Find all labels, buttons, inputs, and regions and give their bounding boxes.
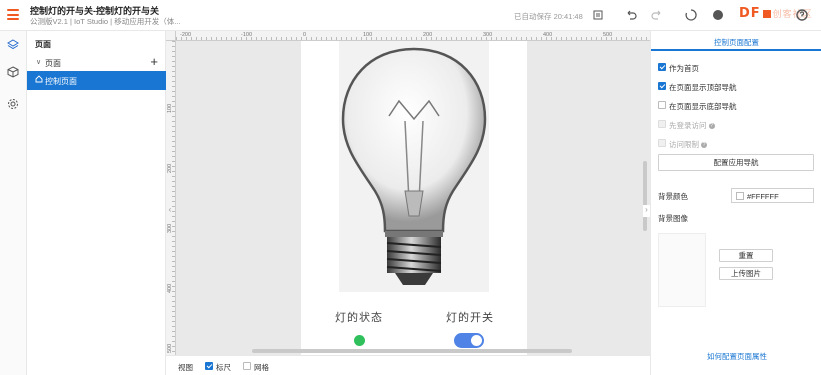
page-item-control[interactable]: 控制页面 [27,71,166,90]
grid-checkbox-label: 网格 [254,363,269,372]
home-icon [35,75,43,85]
light-status-label: 灯的状态 [335,312,383,324]
ruler-checkbox-label: 标尺 [216,363,231,372]
help-icon[interactable] [795,8,809,22]
collapse-left-icon[interactable]: ‹ [166,205,174,217]
page-group-label: 页面 [45,59,61,68]
upload-image-button[interactable]: 上传图片 [719,267,773,280]
canvas-bottom-bar: 视图 标尺 网格 [166,355,650,375]
page-item-label: 控制页面 [45,77,77,86]
ruler-tick: -100 [241,32,253,38]
reset-button[interactable]: 重置 [719,249,773,262]
component-box-icon[interactable] [6,66,20,80]
config-app-nav-button[interactable]: 配置应用导航 [658,154,814,171]
horizontal-scrollbar[interactable] [252,349,572,353]
question-icon[interactable]: ? [708,123,715,130]
access-limit-checkbox[interactable] [658,139,666,147]
vertical-scrollbar[interactable] [643,161,647,231]
redo-icon[interactable] [650,8,664,22]
menu-icon[interactable] [7,9,19,20]
ruler-tick: 200 [167,163,173,173]
homepage-checkbox[interactable] [658,63,666,71]
chevron-down-icon[interactable]: ∨ [36,58,41,66]
access-limit-label: 访问限制 [669,140,699,149]
project-subtitle: 公测版V2.1 | IoT Studio | 移动应用开发（体... [30,17,181,26]
ruler-corner [166,31,176,41]
page-config-help-link[interactable]: 如何配置页面属性 [707,351,767,362]
light-switch-toggle[interactable] [454,333,484,348]
ruler-tick: 500 [603,32,613,38]
ruler-tick: 0 [303,32,307,38]
save-version-icon[interactable] [591,8,605,22]
tab-page-config[interactable]: 控制页面配置 [651,31,821,51]
ruler-tick: 400 [543,32,553,38]
ruler-tick: 400 [167,283,173,293]
top-header: 控制灯的开与关-控制灯的开与关 公测版V2.1 | IoT Studio | 移… [0,0,821,31]
login-first-checkbox[interactable] [658,120,666,128]
login-first-text: 先登录访问? [669,120,715,131]
light-switch-label: 灯的开关 [446,312,494,324]
tab-page-config-label: 控制页面配置 [714,38,759,47]
page-panel: 页面 ∨ 页面 + 控制页面 [27,31,166,375]
top-nav-label: 在页面显示顶部导航 [669,83,737,92]
ruler-tick: 300 [167,223,173,233]
layers-icon[interactable] [6,39,20,53]
homepage-label: 作为首页 [669,64,699,73]
vertical-ruler [166,41,176,355]
logo-text: DF [739,6,761,21]
autosave-status: 已自动保存 20:41:48 [514,12,583,21]
bg-color-input[interactable]: #FFFFFF [731,188,814,203]
bottom-nav-checkbox[interactable] [658,101,666,109]
ruler-checkbox[interactable] [205,362,213,370]
bg-image-preview [658,233,706,307]
preview-icon[interactable] [684,8,698,22]
undo-icon[interactable] [624,8,638,22]
design-canvas[interactable]: -200 -100 0 100 200 300 400 500 100 200 … [166,31,650,355]
toggle-knob [471,335,482,346]
access-limit-text: 访问限制? [669,139,707,150]
grid-checkbox[interactable] [243,362,251,370]
light-status-indicator[interactable] [354,335,365,346]
bg-color-value: #FFFFFF [747,192,779,201]
color-swatch[interactable] [736,192,744,200]
top-nav-checkbox[interactable] [658,82,666,90]
phone-page-preview: 灯的状态 灯的开关 [301,41,527,355]
bg-color-label: 背景颜色 [658,192,688,201]
bottom-nav-label: 在页面显示底部导航 [669,102,737,111]
bg-image-label: 背景图像 [658,214,688,223]
settings-gear-icon[interactable] [6,98,20,112]
ruler-tick: 500 [167,343,173,353]
ruler-tick: -200 [180,32,192,38]
ruler-tick: 100 [167,103,173,113]
add-page-button[interactable]: + [150,55,158,69]
left-icon-strip [0,31,27,375]
ruler-tick: 200 [423,32,433,38]
publish-icon[interactable] [711,8,725,22]
ruler-tick: 300 [483,32,493,38]
ruler-tick: 100 [363,32,373,38]
page-group-row[interactable]: ∨ 页面 + [27,55,166,71]
page-config-panel: 控制页面配置 作为首页 在页面显示顶部导航 在页面显示底部导航 先登录访问? 访… [650,31,821,375]
login-first-label: 先登录访问 [669,121,707,130]
page-panel-heading: 页面 [35,40,51,49]
lightbulb-image[interactable] [339,41,489,292]
collapse-right-icon[interactable]: › [643,205,650,217]
view-label: 视图 [178,363,193,372]
question-icon[interactable]: ? [701,142,707,149]
